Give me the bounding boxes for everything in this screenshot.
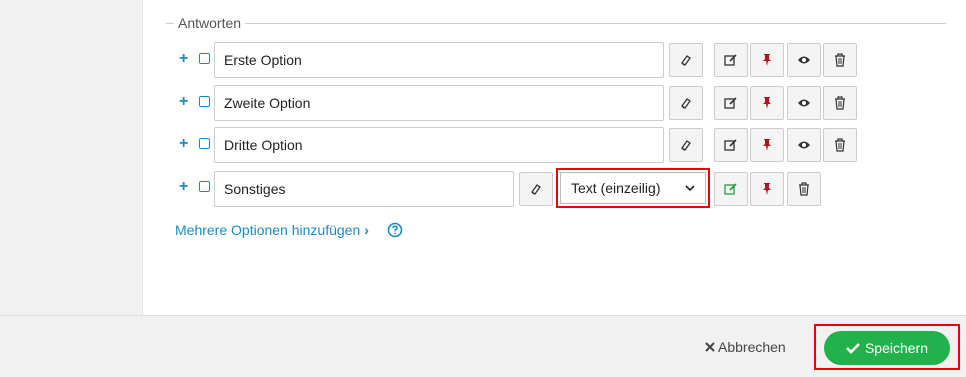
pin-button[interactable] [750,86,784,120]
edit-button[interactable] [714,43,748,77]
visibility-button[interactable] [787,43,821,77]
edit-icon [724,139,737,151]
eye-icon [798,56,810,64]
add-option-icon[interactable]: + [179,94,191,110]
option-checkbox[interactable] [199,138,210,149]
save-button-highlight: Speichern [814,324,960,370]
delete-button[interactable] [823,43,857,77]
pin-button[interactable] [750,172,784,206]
eye-icon [798,141,810,149]
clear-button[interactable] [519,172,553,206]
trash-icon [835,96,845,110]
eraser-icon [681,140,691,151]
fieldset-legend: Antworten [174,15,246,31]
add-more-options-label: Mehrere Optionen hinzufügen [175,222,361,238]
eraser-icon [681,55,691,66]
option-input[interactable] [214,127,664,163]
delete-button[interactable] [823,86,857,120]
pin-icon [763,54,771,66]
pin-button[interactable] [750,128,784,162]
edit-button[interactable] [714,172,748,206]
answer-type-value: Text (einzeilig) [571,180,661,196]
edit-button[interactable] [714,128,748,162]
visibility-button[interactable] [787,86,821,120]
add-option-icon[interactable]: + [179,51,191,67]
option-input[interactable] [214,85,664,121]
times-icon [705,342,715,352]
pin-button[interactable] [750,43,784,77]
eraser-icon [681,98,691,109]
edit-icon [724,97,737,109]
answer-type-select[interactable]: Text (einzeilig) [560,172,706,204]
check-icon [846,343,860,354]
fieldset-border [166,23,946,24]
chevron-right-icon: › [364,222,369,238]
visibility-button[interactable] [787,128,821,162]
delete-button[interactable] [823,128,857,162]
left-gutter [0,0,143,315]
delete-button[interactable] [787,172,821,206]
add-option-icon[interactable]: + [179,136,191,152]
eye-icon [798,99,810,107]
option-input[interactable] [214,42,664,78]
trash-icon [835,53,845,67]
add-more-options-link[interactable]: Mehrere Optionen hinzufügen › [175,222,369,238]
save-button[interactable]: Speichern [824,331,950,365]
save-label: Speichern [864,340,929,356]
pin-icon [763,97,771,109]
trash-icon [835,138,845,152]
pin-icon [763,183,771,195]
pin-icon [763,139,771,151]
option-input[interactable] [214,171,514,207]
type-select-highlight: Text (einzeilig) [556,168,710,208]
edit-button[interactable] [714,86,748,120]
option-checkbox[interactable] [199,96,210,107]
chevron-down-icon [685,185,695,191]
option-checkbox[interactable] [199,181,210,192]
clear-button[interactable] [669,43,703,77]
cancel-button[interactable]: Abbrechen [705,339,786,355]
trash-icon [799,182,809,196]
eraser-icon [531,184,541,195]
cancel-label: Abbrechen [718,339,786,355]
option-checkbox[interactable] [199,53,210,64]
clear-button[interactable] [669,86,703,120]
edit-icon [724,183,737,195]
edit-icon [724,54,737,66]
add-option-icon[interactable]: + [179,179,191,195]
question-circle-icon[interactable] [387,222,403,238]
clear-button[interactable] [669,128,703,162]
